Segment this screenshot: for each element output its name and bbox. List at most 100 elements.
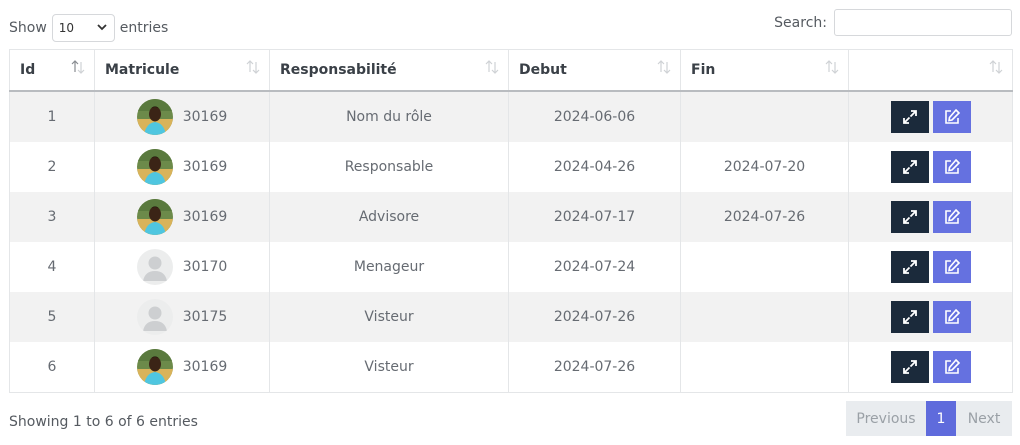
matricule-group: 30169 [95, 349, 269, 385]
edit-pencil-icon [942, 357, 962, 377]
cell-id: 5 [9, 292, 95, 342]
responsibilities-table: Id Matricule Responsabilité Debut Fin 1 3… [9, 49, 1013, 393]
expand-button[interactable] [890, 301, 929, 333]
matricule-group: 30169 [95, 149, 269, 185]
edit-pencil-icon [942, 207, 962, 227]
edit-button[interactable] [932, 151, 971, 183]
row-actions [849, 201, 1012, 233]
column-header-id[interactable]: Id [9, 49, 95, 92]
cell-fin: 2024-07-20 [680, 142, 849, 192]
cell-responsabilite: Visteur [269, 342, 509, 393]
table-row: 3 30169 Advisore 2024-07-17 2024-07-26 [9, 192, 1013, 242]
cell-actions [848, 91, 1013, 142]
matricule-value: 30169 [182, 159, 228, 175]
cell-actions [848, 242, 1013, 292]
row-actions [849, 101, 1012, 133]
edit-pencil-icon [942, 307, 962, 327]
page-1-button[interactable]: 1 [926, 401, 956, 436]
expand-button[interactable] [890, 351, 929, 383]
pagination: Previous 1 Next [846, 401, 1012, 436]
matricule-group: 30175 [95, 299, 269, 335]
cell-actions [848, 142, 1013, 192]
column-header-responsabilite[interactable]: Responsabilité [269, 49, 509, 92]
cell-debut: 2024-07-26 [508, 342, 681, 393]
sort-arrows-icon [824, 59, 840, 79]
search-input[interactable] [834, 9, 1012, 36]
column-label: Responsabilité [280, 62, 397, 78]
sort-arrows-icon [484, 59, 500, 79]
cell-id: 4 [9, 242, 95, 292]
table-controls: Show 10 entries Search: [9, 8, 1012, 42]
expand-button[interactable] [890, 151, 929, 183]
cell-debut: 2024-07-26 [508, 292, 681, 342]
row-actions [849, 301, 1012, 333]
avatar [136, 199, 173, 235]
column-header-fin[interactable]: Fin [680, 49, 849, 92]
column-header-matricule[interactable]: Matricule [94, 49, 270, 92]
cell-matricule: 30169 [94, 192, 270, 242]
cell-debut: 2024-07-17 [508, 192, 681, 242]
avatar-placeholder-icon [136, 299, 173, 335]
cell-id: 1 [9, 91, 95, 142]
edit-button[interactable] [932, 101, 971, 133]
cell-matricule: 30175 [94, 292, 270, 342]
edit-button[interactable] [932, 351, 971, 383]
row-actions [849, 351, 1012, 383]
sort-arrows-icon [656, 59, 672, 79]
cell-id: 2 [9, 142, 95, 192]
entries-label: entries [119, 20, 169, 36]
table-row: 2 30169 Responsable 2024-04-26 2024-07-20 [9, 142, 1013, 192]
table-info: Showing 1 to 6 of 6 entries [9, 414, 198, 430]
search-control: Search: [774, 9, 1012, 36]
expand-arrows-icon [900, 357, 920, 377]
cell-debut: 2024-07-24 [508, 242, 681, 292]
next-page-button[interactable]: Next [956, 401, 1012, 436]
matricule-value: 30170 [182, 259, 228, 275]
matricule-value: 30175 [182, 309, 228, 325]
edit-button[interactable] [932, 251, 971, 283]
row-actions [849, 251, 1012, 283]
expand-button[interactable] [890, 251, 929, 283]
edit-pencil-icon [942, 157, 962, 177]
page-length-select-wrapper: 10 [47, 14, 120, 42]
cell-responsabilite: Advisore [269, 192, 509, 242]
cell-id: 3 [9, 192, 95, 242]
cell-actions [848, 192, 1013, 242]
expand-button[interactable] [890, 101, 929, 133]
avatar [136, 349, 173, 385]
cell-debut: 2024-06-06 [508, 91, 681, 142]
edit-button[interactable] [932, 201, 971, 233]
cell-responsabilite: Nom du rôle [269, 91, 509, 142]
matricule-value: 30169 [182, 209, 228, 225]
cell-actions [848, 342, 1013, 393]
page-length-control: Show 10 entries [9, 14, 168, 42]
column-header-actions[interactable] [848, 49, 1013, 92]
avatar [136, 99, 173, 135]
cell-responsabilite: Responsable [269, 142, 509, 192]
cell-debut: 2024-04-26 [508, 142, 681, 192]
avatar [136, 149, 173, 185]
column-label: Id [20, 62, 36, 78]
table-row: 4 30170 Menageur 2024-07-24 [9, 242, 1013, 292]
table-body: 1 30169 Nom du rôle 2024-06-06 2 30169 Respons… [9, 91, 1013, 393]
page-length-select[interactable]: 10 [51, 14, 115, 42]
cell-matricule: 30169 [94, 91, 270, 142]
table-row: 6 30169 Visteur 2024-07-26 [9, 342, 1013, 393]
column-header-debut[interactable]: Debut [508, 49, 681, 92]
sort-arrows-icon [70, 59, 86, 79]
column-label: Debut [519, 62, 567, 78]
matricule-group: 30170 [95, 249, 269, 285]
table-row: 5 30175 Visteur 2024-07-26 [9, 292, 1013, 342]
expand-arrows-icon [900, 257, 920, 277]
column-label: Matricule [105, 62, 180, 78]
matricule-value: 30169 [182, 359, 228, 375]
edit-button[interactable] [932, 301, 971, 333]
cell-fin [680, 292, 849, 342]
column-label: Fin [691, 62, 716, 78]
previous-page-button[interactable]: Previous [846, 401, 926, 436]
cell-responsabilite: Menageur [269, 242, 509, 292]
cell-fin: 2024-07-26 [680, 192, 849, 242]
expand-button[interactable] [890, 201, 929, 233]
sort-arrows-icon [988, 59, 1004, 79]
table-row: 1 30169 Nom du rôle 2024-06-06 [9, 91, 1013, 142]
